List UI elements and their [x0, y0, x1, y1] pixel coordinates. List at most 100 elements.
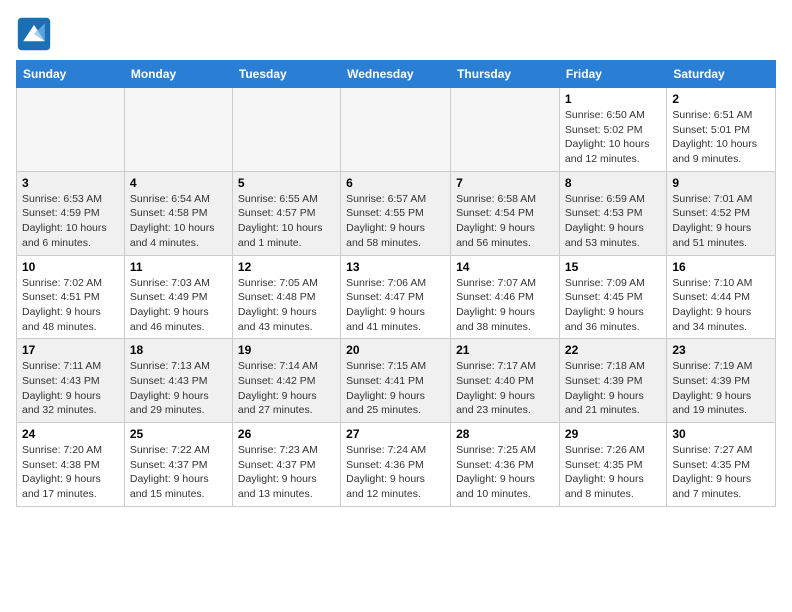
day-number: 20 [346, 343, 445, 357]
calendar-cell: 21 Sunrise: 7:17 AM Sunset: 4:40 PM Dayli… [451, 339, 560, 423]
calendar-cell [451, 88, 560, 172]
day-info: Sunrise: 6:57 AM Sunset: 4:55 PM Dayligh… [346, 193, 426, 249]
day-info: Sunrise: 6:55 AM Sunset: 4:57 PM Dayligh… [238, 193, 323, 249]
calendar-cell: 3 Sunrise: 6:53 AM Sunset: 4:59 PM Daylig… [17, 171, 125, 255]
calendar-cell: 28 Sunrise: 7:25 AM Sunset: 4:36 PM Dayli… [451, 423, 560, 507]
weekday-header: Friday [559, 61, 666, 88]
day-number: 19 [238, 343, 335, 357]
day-info: Sunrise: 6:58 AM Sunset: 4:54 PM Dayligh… [456, 193, 536, 249]
logo [16, 16, 56, 52]
day-info: Sunrise: 7:26 AM Sunset: 4:35 PM Dayligh… [565, 444, 645, 500]
day-info: Sunrise: 7:05 AM Sunset: 4:48 PM Dayligh… [238, 277, 318, 333]
calendar-week-row: 24 Sunrise: 7:20 AM Sunset: 4:38 PM Dayli… [17, 423, 776, 507]
day-number: 10 [22, 260, 119, 274]
day-number: 16 [672, 260, 770, 274]
day-number: 12 [238, 260, 335, 274]
day-info: Sunrise: 7:19 AM Sunset: 4:39 PM Dayligh… [672, 360, 752, 416]
calendar-cell: 7 Sunrise: 6:58 AM Sunset: 4:54 PM Daylig… [451, 171, 560, 255]
day-number: 24 [22, 427, 119, 441]
calendar-cell: 15 Sunrise: 7:09 AM Sunset: 4:45 PM Dayli… [559, 255, 666, 339]
calendar-cell: 25 Sunrise: 7:22 AM Sunset: 4:37 PM Dayli… [124, 423, 232, 507]
day-number: 26 [238, 427, 335, 441]
calendar-cell: 2Sunrise: 6:51 AM Sunset: 5:01 PM Daylig… [667, 88, 776, 172]
day-number: 8 [565, 176, 661, 190]
day-info: Sunrise: 6:59 AM Sunset: 4:53 PM Dayligh… [565, 193, 645, 249]
calendar-cell: 9 Sunrise: 7:01 AM Sunset: 4:52 PM Daylig… [667, 171, 776, 255]
day-info: Sunrise: 6:53 AM Sunset: 4:59 PM Dayligh… [22, 193, 107, 249]
day-number: 7 [456, 176, 554, 190]
calendar-cell: 11Sunrise: 7:03 AM Sunset: 4:49 PM Dayli… [124, 255, 232, 339]
day-info: Sunrise: 7:17 AM Sunset: 4:40 PM Dayligh… [456, 360, 536, 416]
day-info: Sunrise: 7:25 AM Sunset: 4:36 PM Dayligh… [456, 444, 536, 500]
calendar-cell: 27 Sunrise: 7:24 AM Sunset: 4:36 PM Dayli… [341, 423, 451, 507]
calendar-cell: 13Sunrise: 7:06 AM Sunset: 4:47 PM Dayli… [341, 255, 451, 339]
page-header [16, 16, 776, 52]
day-number: 18 [130, 343, 227, 357]
day-info: Sunrise: 7:07 AM Sunset: 4:46 PM Dayligh… [456, 277, 536, 333]
day-number: 29 [565, 427, 661, 441]
day-number: 22 [565, 343, 661, 357]
calendar-cell: 12 Sunrise: 7:05 AM Sunset: 4:48 PM Dayli… [232, 255, 340, 339]
day-info: Sunrise: 7:01 AM Sunset: 4:52 PM Dayligh… [672, 193, 752, 249]
weekday-header: Saturday [667, 61, 776, 88]
calendar-week-row: 1 Sunrise: 6:50 AM Sunset: 5:02 PM Daylig… [17, 88, 776, 172]
calendar-cell [232, 88, 340, 172]
logo-icon [16, 16, 52, 52]
day-number: 4 [130, 176, 227, 190]
day-info: Sunrise: 7:18 AM Sunset: 4:39 PM Dayligh… [565, 360, 645, 416]
calendar-cell: 22 Sunrise: 7:18 AM Sunset: 4:39 PM Dayli… [559, 339, 666, 423]
day-number: 2 [672, 92, 770, 106]
day-info: Sunrise: 7:22 AM Sunset: 4:37 PM Dayligh… [130, 444, 210, 500]
day-number: 21 [456, 343, 554, 357]
day-number: 13 [346, 260, 445, 274]
day-number: 25 [130, 427, 227, 441]
day-info: Sunrise: 7:15 AM Sunset: 4:41 PM Dayligh… [346, 360, 426, 416]
calendar-week-row: 10 Sunrise: 7:02 AM Sunset: 4:51 PM Dayli… [17, 255, 776, 339]
day-info: Sunrise: 7:20 AM Sunset: 4:38 PM Dayligh… [22, 444, 102, 500]
calendar-cell: 30 Sunrise: 7:27 AM Sunset: 4:35 PM Dayli… [667, 423, 776, 507]
calendar-cell [341, 88, 451, 172]
calendar-cell: 26 Sunrise: 7:23 AM Sunset: 4:37 PM Dayli… [232, 423, 340, 507]
day-info: Sunrise: 7:27 AM Sunset: 4:35 PM Dayligh… [672, 444, 752, 500]
calendar-cell: 5 Sunrise: 6:55 AM Sunset: 4:57 PM Daylig… [232, 171, 340, 255]
calendar-cell: 24 Sunrise: 7:20 AM Sunset: 4:38 PM Dayli… [17, 423, 125, 507]
day-info: Sunrise: 7:24 AM Sunset: 4:36 PM Dayligh… [346, 444, 426, 500]
day-info: Sunrise: 7:23 AM Sunset: 4:37 PM Dayligh… [238, 444, 318, 500]
weekday-header: Wednesday [341, 61, 451, 88]
day-number: 1 [565, 92, 661, 106]
calendar-week-row: 3 Sunrise: 6:53 AM Sunset: 4:59 PM Daylig… [17, 171, 776, 255]
day-number: 9 [672, 176, 770, 190]
day-number: 23 [672, 343, 770, 357]
day-number: 5 [238, 176, 335, 190]
day-number: 17 [22, 343, 119, 357]
day-info: Sunrise: 7:09 AM Sunset: 4:45 PM Dayligh… [565, 277, 645, 333]
day-number: 27 [346, 427, 445, 441]
calendar-cell: 8 Sunrise: 6:59 AM Sunset: 4:53 PM Daylig… [559, 171, 666, 255]
calendar-cell: 16Sunrise: 7:10 AM Sunset: 4:44 PM Dayli… [667, 255, 776, 339]
weekday-header: Sunday [17, 61, 125, 88]
day-info: Sunrise: 7:02 AM Sunset: 4:51 PM Dayligh… [22, 277, 102, 333]
calendar-week-row: 17Sunrise: 7:11 AM Sunset: 4:43 PM Dayli… [17, 339, 776, 423]
weekday-header: Thursday [451, 61, 560, 88]
day-number: 30 [672, 427, 770, 441]
calendar-cell: 20 Sunrise: 7:15 AM Sunset: 4:41 PM Dayli… [341, 339, 451, 423]
day-number: 6 [346, 176, 445, 190]
day-number: 15 [565, 260, 661, 274]
calendar-cell: 6 Sunrise: 6:57 AM Sunset: 4:55 PM Daylig… [341, 171, 451, 255]
calendar-cell: 10 Sunrise: 7:02 AM Sunset: 4:51 PM Dayli… [17, 255, 125, 339]
day-info: Sunrise: 7:14 AM Sunset: 4:42 PM Dayligh… [238, 360, 318, 416]
weekday-header-row: SundayMondayTuesdayWednesdayThursdayFrid… [17, 61, 776, 88]
day-number: 3 [22, 176, 119, 190]
day-info: Sunrise: 6:50 AM Sunset: 5:02 PM Dayligh… [565, 109, 650, 165]
calendar-cell: 19 Sunrise: 7:14 AM Sunset: 4:42 PM Dayli… [232, 339, 340, 423]
calendar-cell: 17Sunrise: 7:11 AM Sunset: 4:43 PM Dayli… [17, 339, 125, 423]
day-info: Sunrise: 7:13 AM Sunset: 4:43 PM Dayligh… [130, 360, 210, 416]
calendar-cell: 18 Sunrise: 7:13 AM Sunset: 4:43 PM Dayli… [124, 339, 232, 423]
day-number: 28 [456, 427, 554, 441]
calendar-cell [17, 88, 125, 172]
day-info: Sunrise: 6:54 AM Sunset: 4:58 PM Dayligh… [130, 193, 215, 249]
calendar-cell [124, 88, 232, 172]
weekday-header: Tuesday [232, 61, 340, 88]
calendar-cell: 29 Sunrise: 7:26 AM Sunset: 4:35 PM Dayli… [559, 423, 666, 507]
day-info: Sunrise: 7:03 AM Sunset: 4:49 PM Dayligh… [130, 277, 210, 333]
